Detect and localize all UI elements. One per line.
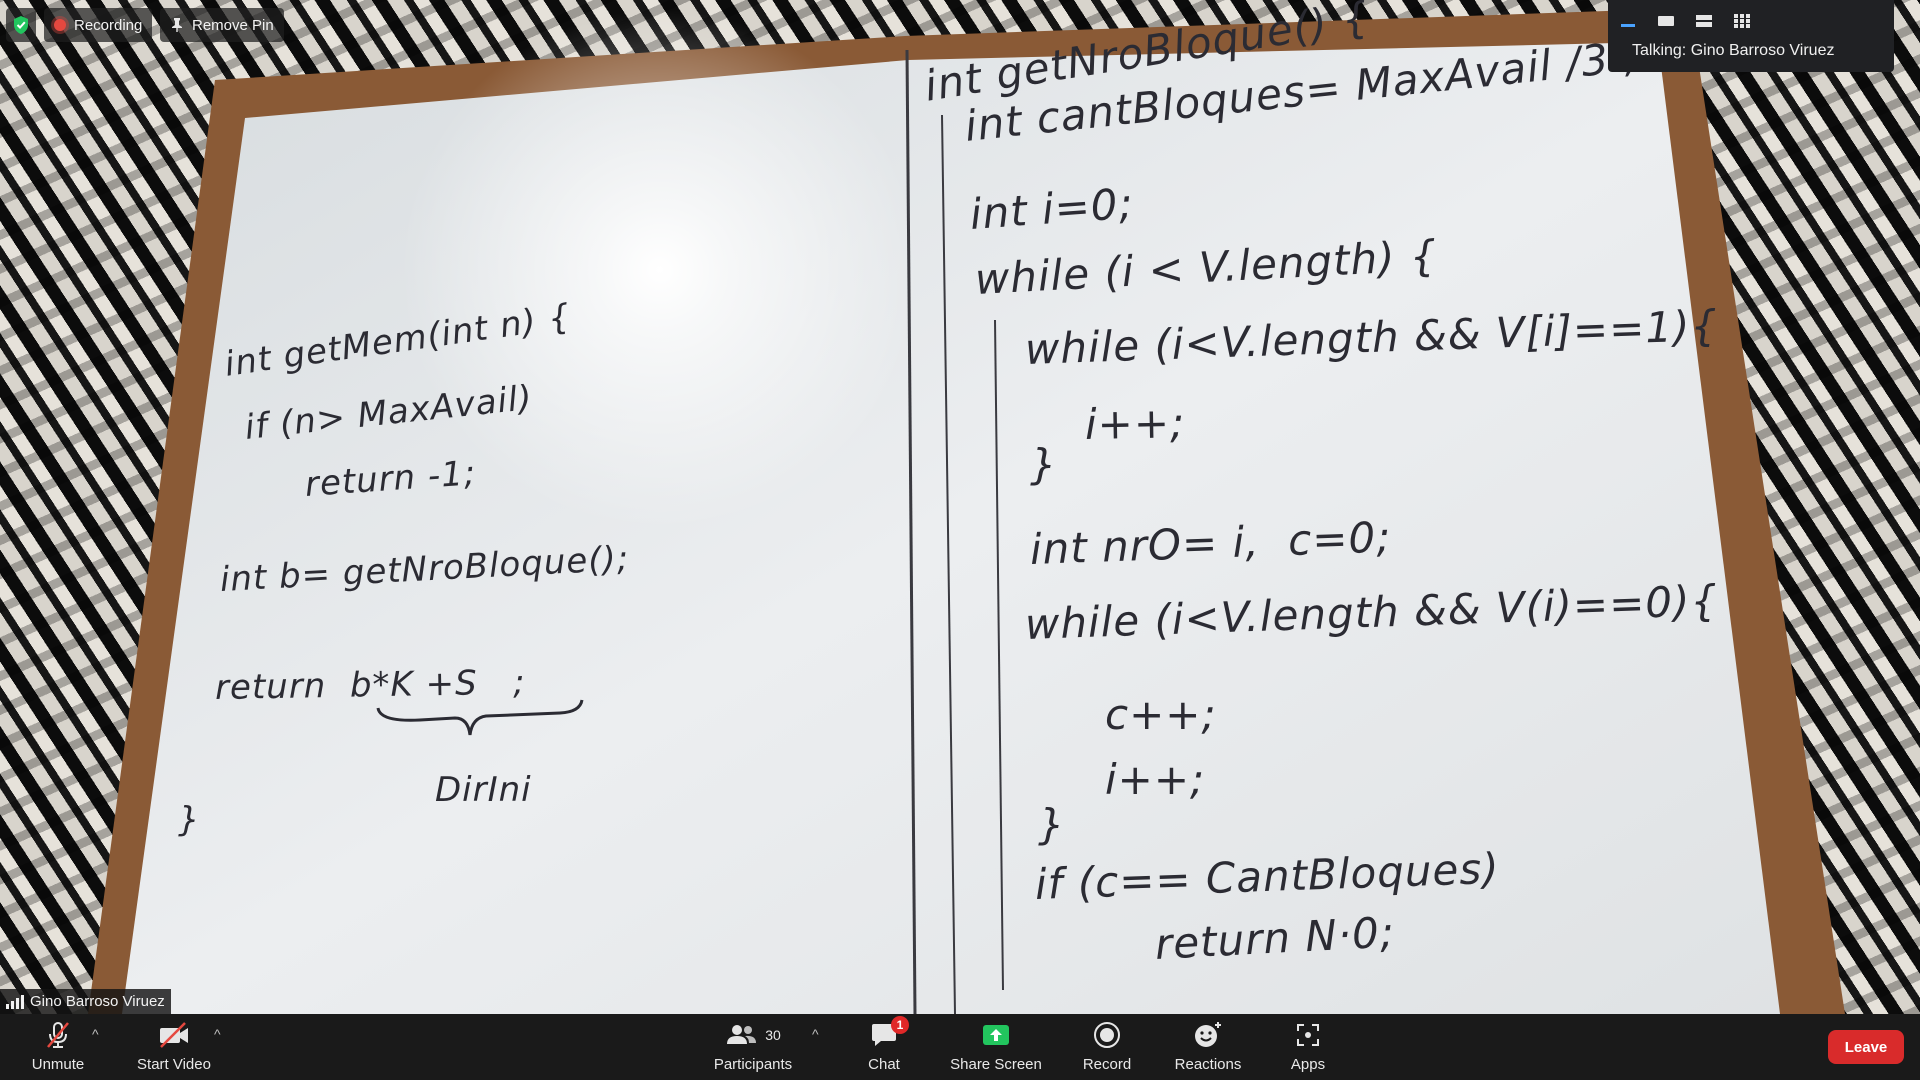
video-camera-off-icon: [160, 1022, 188, 1048]
participant-name: Gino Barroso Viruez: [30, 993, 165, 1010]
leave-button[interactable]: Leave: [1828, 1030, 1904, 1064]
whiteboard-line: DirIni: [435, 770, 532, 810]
chat-label: Chat: [868, 1056, 900, 1073]
video-options-caret-icon[interactable]: ^: [214, 1026, 221, 1042]
whiteboard-line: while (i < V.length) {: [973, 230, 1439, 304]
audio-options-caret-icon[interactable]: ^: [92, 1026, 99, 1042]
chat-button[interactable]: 1 Chat: [856, 1014, 912, 1080]
reactions-smiley-icon: [1195, 1022, 1221, 1047]
chat-unread-badge: 1: [891, 1016, 909, 1034]
recording-label: Recording: [74, 16, 143, 34]
gallery-view-icon[interactable]: [1732, 12, 1752, 30]
whiteboard-line: int getMem(int n) {: [222, 296, 574, 385]
whiteboard-line: i++;: [1105, 755, 1206, 804]
whiteboard-line: if (c== CantBloques): [1034, 843, 1501, 909]
talking-indicator: Talking: Gino Barroso Viruez: [1632, 42, 1835, 59]
whiteboard-line: return -1;: [303, 453, 478, 505]
remove-pin-label: Remove Pin: [192, 16, 274, 34]
unmute-label: Unmute: [31, 1056, 85, 1073]
participants-label: Participants: [713, 1056, 793, 1073]
participants-icon: [727, 1025, 757, 1044]
recording-indicator[interactable]: Recording: [44, 8, 153, 42]
whiteboard-line: return N·0;: [1153, 907, 1397, 969]
microphone-muted-icon: [47, 1022, 69, 1048]
meeting-toolbar: Unmute ^ Start Video ^ 30 Participants ^: [0, 1014, 1920, 1080]
whiteboard-line: i++;: [1084, 398, 1186, 449]
whiteboard-line: if (n> MaxAvail): [242, 377, 535, 448]
unmute-button[interactable]: Unmute: [22, 1014, 94, 1080]
speaker-view-icon[interactable]: [1656, 12, 1676, 30]
whiteboard-line: int nrO= i, c=0;: [1029, 512, 1393, 574]
participants-button[interactable]: 30 Participants: [708, 1014, 798, 1080]
participant-name-tag: Gino Barroso Viruez: [0, 989, 171, 1014]
whiteboard-line: c++;: [1105, 690, 1217, 739]
security-shield[interactable]: [6, 8, 36, 42]
apps-icon: [1297, 1024, 1319, 1046]
minimize-view-icon[interactable]: [1618, 12, 1638, 30]
shield-icon: [14, 16, 28, 34]
participants-options-caret-icon[interactable]: ^: [812, 1026, 819, 1042]
view-panel: Talking: Gino Barroso Viruez: [1608, 0, 1894, 72]
start-video-label: Start Video: [137, 1056, 211, 1073]
signal-strength-icon: [6, 994, 24, 1009]
share-screen-label: Share Screen: [950, 1056, 1042, 1073]
video-feed: int getMem(int n) {if (n> MaxAvail) retur…: [0, 0, 1920, 1014]
share-screen-button[interactable]: Share Screen: [946, 1014, 1046, 1080]
record-icon: [1094, 1022, 1120, 1048]
share-screen-icon: [983, 1025, 1009, 1045]
remove-pin-button[interactable]: Remove Pin: [160, 8, 284, 42]
start-video-button[interactable]: Start Video: [130, 1014, 218, 1080]
whiteboard-line: int b= getNroBloque();: [218, 538, 631, 600]
apps-button[interactable]: Apps: [1280, 1014, 1336, 1080]
whiteboard-line: }: [1038, 800, 1066, 849]
whiteboard-line: }: [178, 800, 201, 840]
apps-label: Apps: [1290, 1056, 1326, 1073]
record-label: Record: [1082, 1056, 1132, 1073]
participants-count: 30: [765, 1027, 781, 1043]
pin-icon: [172, 18, 182, 32]
whiteboard-handwriting: int getMem(int n) {if (n> MaxAvail) retur…: [0, 0, 1920, 1014]
whiteboard-line: }: [1030, 440, 1058, 489]
whiteboard-line: while (i<V.length && V(i)==0){: [1024, 575, 1719, 649]
whiteboard-line: return b*K +S ;: [214, 662, 526, 708]
whiteboard-line: int i=0;: [968, 178, 1136, 239]
whiteboard-line: while (i<V.length && V[i]==1){: [1024, 300, 1719, 374]
record-button[interactable]: Record: [1074, 1014, 1140, 1080]
strip-view-icon[interactable]: [1694, 12, 1714, 30]
reactions-button[interactable]: Reactions: [1168, 1014, 1248, 1080]
recording-dot-icon: [54, 19, 66, 31]
reactions-label: Reactions: [1174, 1056, 1242, 1073]
